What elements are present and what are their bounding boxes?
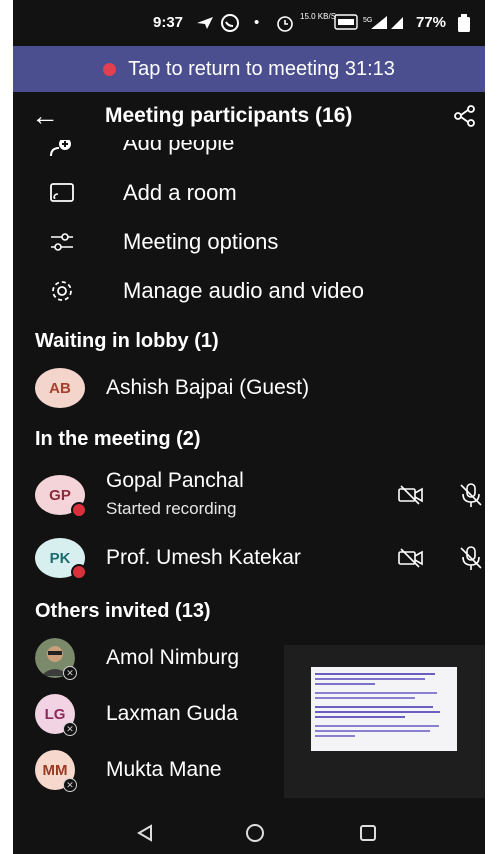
- battery-icon: [458, 14, 470, 32]
- manage-av-label: Manage audio and video: [123, 278, 364, 303]
- return-to-meeting-text: Tap to return to meeting 31:13: [128, 57, 395, 80]
- add-room-item[interactable]: Add a room: [13, 170, 485, 216]
- notification-dot-icon: •: [254, 14, 260, 31]
- recents-nav-icon[interactable]: [359, 824, 377, 842]
- presence-status-icon: [71, 564, 87, 580]
- meeting-options-label: Meeting options: [123, 229, 279, 254]
- invited-status-icon: ✕: [63, 778, 77, 792]
- participant-name: Gopal Panchal: [106, 469, 244, 492]
- whatsapp-icon: [221, 14, 239, 32]
- slide-text-line: [315, 692, 437, 694]
- avatar: AB: [35, 368, 85, 408]
- sliders-icon: [51, 233, 73, 251]
- home-nav-icon[interactable]: [245, 823, 265, 843]
- signal-icon: 5G: [363, 16, 403, 29]
- meeting-options-item[interactable]: Meeting options: [13, 219, 485, 265]
- mic-off-icon[interactable]: [457, 481, 485, 509]
- slide-text-line: [315, 730, 430, 732]
- alarm-icon: [277, 16, 293, 32]
- net-speed: 15.0 KB/S: [300, 12, 337, 21]
- slide-text-line: [315, 735, 355, 737]
- invited-heading: Others invited (13): [35, 600, 211, 622]
- battery-percent: 77%: [416, 14, 447, 31]
- slide-text-line: [315, 673, 435, 675]
- return-to-meeting-banner[interactable]: Tap to return to meeting 31:13: [13, 46, 485, 92]
- clock: 9:37: [153, 14, 184, 31]
- mic-off-icon[interactable]: [457, 544, 485, 572]
- back-nav-icon[interactable]: [136, 824, 154, 842]
- participant-name: Mukta Mane: [106, 758, 222, 781]
- participant-name: Ashish Bajpai (Guest): [106, 376, 310, 399]
- in-meeting-heading: In the meeting (2): [35, 428, 201, 450]
- slide-text-line: [315, 725, 439, 727]
- slide-text-line: [315, 683, 375, 685]
- location-arrow-icon: [197, 17, 213, 29]
- invited-status-icon: ✕: [63, 722, 77, 736]
- phone-screen: 9:37 • 15.0 KB/S 5G 77% Tap to return to…: [13, 0, 485, 854]
- slide-text-line: [315, 697, 415, 699]
- recording-status-icon: [71, 502, 87, 518]
- meeting-participant-row[interactable]: PK Prof. Umesh Katekar: [13, 534, 485, 582]
- share-icon[interactable]: [453, 104, 477, 128]
- header-cover: ← Meeting participants (16): [13, 92, 485, 140]
- svg-text:5G: 5G: [363, 17, 372, 24]
- volte-icon: [334, 14, 358, 30]
- shared-screen-thumbnail[interactable]: [284, 645, 485, 798]
- lobby-heading: Waiting in lobby (1): [35, 330, 219, 352]
- slide-text-line: [315, 716, 405, 718]
- meeting-participant-row[interactable]: GP Gopal Panchal Started recording: [13, 466, 485, 524]
- slide-text-line: [315, 678, 425, 680]
- add-room-label: Add a room: [123, 180, 237, 205]
- participant-status: Started recording: [106, 499, 237, 518]
- recording-dot-icon: [103, 62, 117, 76]
- page-title: Meeting participants (16): [105, 104, 353, 127]
- camera-off-icon[interactable]: [397, 544, 425, 572]
- participant-name: Amol Nimburg: [106, 646, 240, 669]
- invited-status-icon: ✕: [63, 666, 77, 680]
- slide-text-line: [315, 711, 440, 713]
- back-arrow-icon[interactable]: ←: [31, 100, 59, 132]
- status-bar: 9:37 • 15.0 KB/S 5G 77%: [13, 0, 485, 46]
- lobby-participant-row[interactable]: AB Ashish Bajpai (Guest): [13, 364, 485, 412]
- shared-slide-preview: [311, 667, 457, 751]
- system-nav-bar: [13, 810, 485, 854]
- gear-icon: [52, 281, 72, 301]
- camera-off-icon[interactable]: [397, 481, 425, 509]
- participant-name: Laxman Guda: [106, 702, 238, 725]
- manage-av-item[interactable]: Manage audio and video: [13, 268, 485, 314]
- participant-name: Prof. Umesh Katekar: [106, 546, 301, 569]
- cast-room-icon: [50, 183, 74, 202]
- slide-text-line: [315, 706, 433, 708]
